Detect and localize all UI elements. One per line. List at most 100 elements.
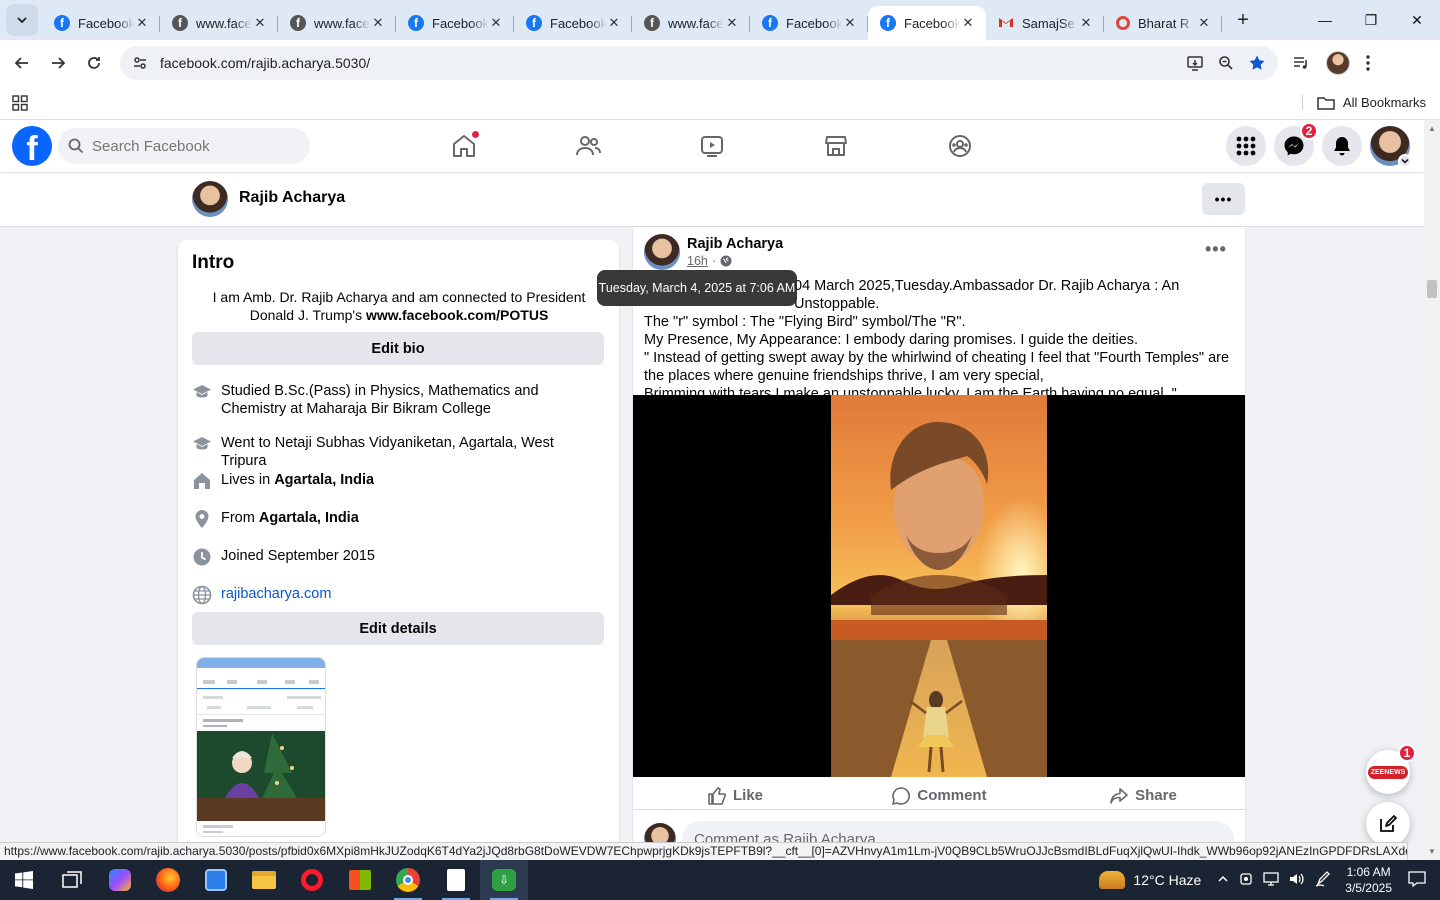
kebab-menu-icon[interactable] [1366,55,1370,71]
maximize-button[interactable]: ❐ [1348,0,1394,40]
taskbar-notepad[interactable] [432,860,480,900]
new-message-button[interactable] [1366,802,1410,846]
facebook-search[interactable] [58,128,310,164]
browser-tab[interactable]: f www.facebook.com✕ [160,6,278,40]
notification-center-icon[interactable] [1408,870,1426,890]
close-icon[interactable]: ✕ [252,15,268,31]
pen-icon[interactable] [1315,870,1331,890]
post-author-name[interactable]: Rajib Acharya [687,236,783,252]
url-text[interactable]: facebook.com/rajib.acharya.5030/ [160,55,1186,71]
close-window-button[interactable]: ✕ [1394,0,1440,40]
page-scrollbar[interactable]: ▲ ▼ [1424,120,1440,860]
scroll-up-icon[interactable]: ▲ [1428,124,1436,133]
close-icon[interactable]: ✕ [960,15,976,31]
browser-profile-avatar[interactable] [1326,51,1350,75]
start-button[interactable] [0,860,48,900]
featured-post-thumbnail[interactable] [196,657,326,837]
comment-button[interactable]: Comment [837,782,1041,809]
volume-icon[interactable] [1289,872,1305,889]
meet-now-icon[interactable] [1239,872,1253,889]
bookmark-star-icon[interactable] [1248,54,1266,72]
minimize-button[interactable]: — [1302,0,1348,40]
forward-button[interactable] [40,45,76,81]
website-link[interactable]: rajibacharya.com [221,585,331,605]
share-button[interactable]: Share [1041,782,1245,809]
taskbar-opera[interactable] [288,860,336,900]
account-button[interactable] [1370,126,1412,168]
close-icon[interactable]: ✕ [606,15,622,31]
profile-avatar[interactable] [192,181,228,217]
nav-groups[interactable] [898,120,1022,172]
task-view-button[interactable] [48,860,96,900]
post-timestamp[interactable]: 16h · [687,254,732,268]
like-button[interactable]: Like [633,782,837,809]
profile-name[interactable]: Rajib Acharya [239,189,345,207]
detail-location-link[interactable]: Agartala, India [274,472,374,488]
browser-tab[interactable]: f Facebook ✕ [868,6,986,40]
browser-tab[interactable]: SamajSe ✕ [986,6,1104,40]
notifications-button[interactable] [1322,126,1362,166]
address-bar[interactable]: facebook.com/rajib.acharya.5030/ [120,46,1278,80]
taskbar-clock[interactable]: 1:06 AM 3/5/2025 [1345,864,1392,896]
detail-from: From Agartala, India [192,509,602,529]
bio-link[interactable]: www.facebook.com/POTUS [366,307,548,323]
close-icon[interactable]: ✕ [134,15,150,31]
post-image[interactable] [633,395,1245,777]
media-controls-icon[interactable] [1292,54,1310,72]
taskbar-chrome[interactable] [384,860,432,900]
taskbar-firefox[interactable] [144,860,192,900]
taskbar-file-explorer[interactable] [240,860,288,900]
messenger-button[interactable]: 2 [1274,122,1318,166]
browser-tab[interactable]: f Facebook ✕ [514,6,632,40]
messenger-icon [1283,135,1305,157]
close-icon[interactable]: ✕ [1078,15,1094,31]
close-icon[interactable]: ✕ [724,15,740,31]
edit-details-button[interactable]: Edit details [192,612,604,645]
graduation-cap-icon [192,382,212,402]
search-input[interactable] [92,137,292,155]
reload-button[interactable] [76,45,112,81]
taskbar-app-blue[interactable] [192,860,240,900]
all-bookmarks-button[interactable]: All Bookmarks [1301,95,1426,110]
close-icon[interactable]: ✕ [842,15,858,31]
nav-friends[interactable] [526,120,650,172]
edit-bio-button[interactable]: Edit bio [192,332,604,365]
scrollbar-thumb[interactable] [1427,280,1437,298]
post-time-text[interactable]: 16h [687,254,708,268]
apps-grid-icon[interactable] [12,94,28,111]
taskbar-store[interactable] [336,860,384,900]
nav-home[interactable] [402,120,526,172]
taskbar-copilot[interactable] [96,860,144,900]
profile-more-button[interactable]: ••• [1202,183,1245,215]
news-chat-bubble[interactable]: ZEENEWS 1 [1366,744,1416,794]
site-settings-icon[interactable] [132,55,148,71]
close-icon[interactable]: ✕ [1196,15,1212,31]
browser-tab[interactable]: f www.facebook.com✕ [278,6,396,40]
tab-search-button[interactable] [6,4,38,36]
new-tab-button[interactable]: + [1228,5,1258,35]
post-author-avatar[interactable] [644,234,680,270]
install-app-icon[interactable] [1186,54,1204,72]
browser-tab[interactable]: f Facebook ✕ [42,6,160,40]
browser-tab[interactable]: f Facebook ✕ [750,6,868,40]
taskbar-cloud-app[interactable]: ⇩ [480,860,528,900]
menu-button[interactable] [1226,126,1266,166]
chevron-up-icon[interactable] [1217,872,1229,888]
browser-tab[interactable]: Bharat R ✕ [1104,6,1222,40]
scroll-down-icon[interactable]: ▼ [1428,847,1436,856]
facebook-logo[interactable]: f [12,126,52,166]
zoom-icon[interactable] [1218,55,1234,71]
nav-video[interactable] [650,120,774,172]
post-options-button[interactable]: ••• [1205,239,1227,260]
window-controls: — ❐ ✕ [1302,0,1440,40]
browser-tab[interactable]: f Facebook ✕ [396,6,514,40]
network-icon[interactable] [1263,871,1279,889]
weather-widget[interactable]: 12°C Haze [1099,871,1201,889]
close-icon[interactable]: ✕ [370,15,386,31]
back-button[interactable] [4,45,40,81]
close-icon[interactable]: ✕ [488,15,504,31]
detail-hometown-link[interactable]: Agartala, India [259,510,359,526]
close-icon: ✕ [1411,11,1423,28]
nav-marketplace[interactable] [774,120,898,172]
browser-tab[interactable]: f www.facebook.com✕ [632,6,750,40]
